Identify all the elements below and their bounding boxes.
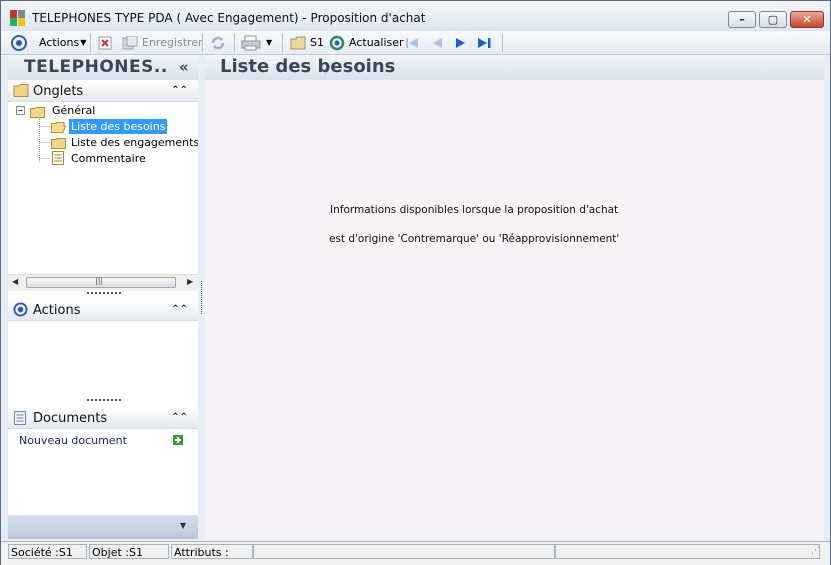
document-icon bbox=[14, 411, 26, 425]
print-icon[interactable] bbox=[241, 35, 261, 51]
scrollbar-thumb[interactable]: ||| bbox=[26, 276, 176, 288]
save-icon bbox=[122, 35, 138, 49]
status-object: Objet :S1 bbox=[89, 544, 169, 559]
tree-item-commentaire[interactable]: Commentaire bbox=[71, 151, 146, 166]
status-field-empty bbox=[555, 544, 820, 559]
status-company: Société :S1 bbox=[8, 544, 87, 559]
add-icon[interactable] bbox=[173, 435, 183, 445]
maximize-icon: ▢ bbox=[767, 13, 779, 26]
new-document-link[interactable]: Nouveau document bbox=[19, 434, 127, 447]
dropdown-arrow-icon[interactable]: ▼ bbox=[180, 521, 186, 530]
resize-grip-icon[interactable]: ⋰ bbox=[811, 546, 820, 556]
left-panel-header: TELEPHONES.. « bbox=[8, 55, 198, 80]
status-field-empty bbox=[253, 544, 555, 559]
folder-icon bbox=[51, 138, 66, 149]
app-icon bbox=[10, 10, 25, 26]
left-panel: TELEPHONES.. « Onglets ⌃⌃ Général Liste … bbox=[8, 55, 198, 539]
document-icon bbox=[52, 151, 64, 165]
close-button[interactable]: ✕ bbox=[790, 11, 824, 28]
toolbar-separator bbox=[90, 34, 91, 52]
tree-horizontal-scrollbar[interactable]: ◀ ||| ▶ bbox=[8, 274, 198, 291]
actions-section-header[interactable]: Actions ⌃⌃ bbox=[8, 300, 198, 321]
info-line-1: Informations disponibles lorsque la prop… bbox=[330, 204, 619, 216]
scroll-grip-icon: ||| bbox=[95, 276, 104, 285]
maximize-button[interactable]: ▢ bbox=[759, 11, 787, 28]
actions-menu-button[interactable]: Actions ▼ bbox=[39, 34, 86, 51]
update-label: Actualiser bbox=[349, 36, 404, 49]
tree-root-general[interactable]: Général bbox=[52, 103, 95, 118]
scroll-left-icon[interactable]: ◀ bbox=[12, 277, 18, 286]
close-icon: ✕ bbox=[802, 13, 812, 26]
toolbar-separator bbox=[234, 34, 235, 52]
left-panel-title: TELEPHONES.. bbox=[24, 57, 168, 77]
tabs-section-header[interactable]: Onglets ⌃⌃ bbox=[8, 81, 198, 102]
collapse-chevron-icon[interactable]: ⌃⌃ bbox=[171, 412, 188, 423]
info-line-2: est d'origine 'Contremarque' ou 'Réappro… bbox=[329, 233, 620, 245]
collapse-chevron-icon[interactable]: ⌃⌃ bbox=[171, 85, 188, 96]
target-icon[interactable] bbox=[11, 35, 27, 51]
open-folder-icon bbox=[51, 122, 66, 133]
toolbar: Actions ▼ Enregistrer ▼ S1 Actualiser bbox=[1, 31, 830, 55]
save-label: Enregistrer bbox=[142, 36, 203, 49]
company-button[interactable]: S1 bbox=[290, 34, 324, 51]
splitter-grip[interactable] bbox=[87, 399, 121, 404]
documents-section-header[interactable]: Documents ⌃⌃ bbox=[8, 408, 198, 429]
folder-icon bbox=[30, 107, 45, 118]
status-bar: Société :S1 Objet :S1 Attributs : ⋰ bbox=[1, 541, 830, 565]
company-label: S1 bbox=[310, 36, 324, 49]
collapse-panel-icon[interactable]: « bbox=[179, 58, 189, 76]
folder-icon bbox=[13, 84, 29, 97]
dropdown-arrow-icon: ▼ bbox=[80, 38, 87, 47]
next-record-icon[interactable] bbox=[454, 36, 468, 50]
folder-icon bbox=[290, 36, 306, 49]
page-title: Liste des besoins bbox=[220, 56, 396, 77]
update-icon bbox=[329, 35, 345, 50]
toolbar-separator bbox=[202, 34, 203, 52]
refresh-icon[interactable] bbox=[210, 35, 226, 51]
toolbar-separator bbox=[282, 34, 283, 52]
main-content: Informations disponibles lorsque la prop… bbox=[205, 80, 824, 539]
target-icon bbox=[13, 302, 28, 317]
last-record-icon[interactable] bbox=[477, 36, 493, 50]
first-record-icon[interactable] bbox=[405, 36, 419, 50]
tabs-section-title: Onglets bbox=[33, 84, 84, 99]
previous-record-icon[interactable] bbox=[430, 36, 444, 50]
actions-menu-label: Actions bbox=[39, 36, 80, 49]
print-dropdown-arrow-icon[interactable]: ▼ bbox=[266, 38, 272, 47]
minimize-button[interactable]: – bbox=[728, 11, 756, 28]
vertical-splitter[interactable] bbox=[201, 281, 202, 314]
toolbar-separator bbox=[502, 34, 503, 52]
minimize-icon: – bbox=[739, 13, 745, 26]
left-panel-bottom-bar: ▼ bbox=[8, 515, 198, 539]
application-window: TELEPHONES TYPE PDA ( Avec Engagement) -… bbox=[0, 0, 831, 565]
status-attributes: Attributs : bbox=[171, 544, 253, 559]
delete-icon[interactable] bbox=[98, 36, 112, 50]
actions-section-title: Actions bbox=[33, 303, 81, 318]
save-button[interactable]: Enregistrer bbox=[122, 34, 203, 51]
title-bar: TELEPHONES TYPE PDA ( Avec Engagement) -… bbox=[1, 1, 830, 32]
collapse-chevron-icon[interactable]: ⌃⌃ bbox=[171, 304, 188, 315]
documents-section-title: Documents bbox=[33, 411, 108, 426]
scroll-right-icon[interactable]: ▶ bbox=[187, 277, 193, 286]
update-button[interactable]: Actualiser bbox=[329, 34, 404, 51]
splitter-grip[interactable] bbox=[87, 292, 121, 297]
tree-item-liste-des-besoins[interactable]: Liste des besoins bbox=[69, 119, 168, 134]
tree-item-liste-des-engagements[interactable]: Liste des engagements bbox=[71, 135, 198, 150]
main-header: Liste des besoins bbox=[205, 55, 824, 80]
window-title: TELEPHONES TYPE PDA ( Avec Engagement) -… bbox=[32, 11, 426, 25]
